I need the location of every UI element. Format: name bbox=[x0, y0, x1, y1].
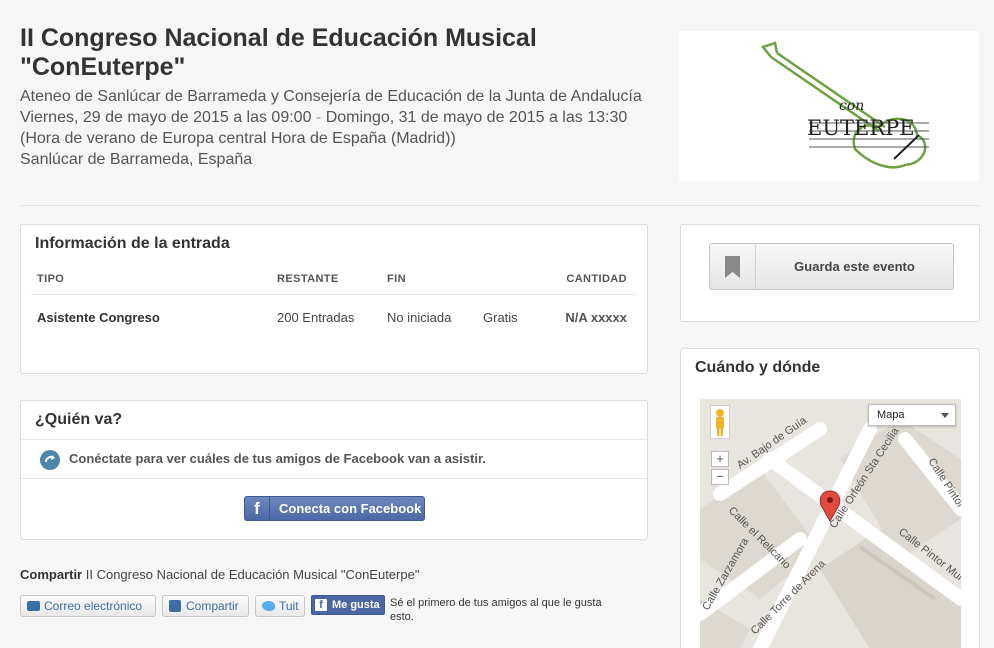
ticket-remaining: 200 Entradas bbox=[277, 310, 355, 325]
column-header-type: TIPO bbox=[37, 273, 65, 285]
event-timezone: (Hora de verano de Europa central Hora d… bbox=[20, 130, 456, 147]
save-event-button[interactable]: Guarda este evento bbox=[709, 243, 954, 290]
when-where-panel: Cuándo y dónde Av. Bajo de Guía Calle Or… bbox=[680, 348, 980, 648]
save-event-panel: Guarda este evento bbox=[680, 224, 980, 322]
ticket-table-header: TIPO RESTANTE FIN CANTIDAD bbox=[31, 263, 637, 295]
event-date-start: Viernes, 29 de mayo de 2015 a las 09:00 bbox=[20, 109, 312, 126]
event-date-end: Domingo, 31 de mayo de 2015 a las 13:30 bbox=[325, 109, 628, 126]
share-email-button[interactable]: Correo electrónico bbox=[20, 595, 156, 617]
street-view-pegman-icon[interactable] bbox=[710, 405, 730, 439]
like-label: Me gusta bbox=[332, 599, 380, 611]
share-twitter-button[interactable]: Tuit bbox=[255, 595, 305, 617]
share-title: Compartir II Congreso Nacional de Educac… bbox=[20, 567, 419, 582]
share-email-label: Correo electrónico bbox=[44, 599, 143, 613]
guitar-logo-icon: con EUTERPE bbox=[760, 41, 929, 169]
bookmark-icon bbox=[725, 256, 740, 278]
event-map[interactable]: Av. Bajo de Guía Calle Orfeón Sta Cecili… bbox=[700, 399, 961, 648]
page-title: II Congreso Nacional de Educación Musica… bbox=[20, 24, 537, 81]
event-organizer: Ateneo de Sanlúcar de Barrameda y Consej… bbox=[20, 88, 642, 105]
event-logo: con EUTERPE bbox=[679, 31, 979, 181]
twitter-bird-icon bbox=[262, 601, 275, 611]
ticket-quantity[interactable]: N/A xxxxx bbox=[565, 295, 627, 341]
facebook-icon: f bbox=[245, 497, 270, 520]
ticket-end: No iniciada bbox=[387, 310, 452, 325]
ticket-price: Gratis bbox=[483, 310, 518, 325]
save-event-label: Guarda este evento bbox=[794, 259, 915, 274]
column-header-end: FIN bbox=[387, 273, 406, 285]
connect-facebook-label: Conecta con Facebook bbox=[279, 501, 422, 516]
facebook-like-button[interactable]: f Me gusta bbox=[311, 595, 385, 615]
facebook-connect-row: Conéctate para ver cuáles de tus amigos … bbox=[21, 439, 647, 479]
chevron-down-icon bbox=[941, 413, 949, 418]
attendees-panel: ¿Quién va? Conéctate para ver cuáles de … bbox=[20, 400, 648, 540]
column-header-remaining: RESTANTE bbox=[277, 273, 339, 285]
map-type-value: Mapa bbox=[877, 409, 905, 421]
logo-main: EUTERPE bbox=[807, 116, 915, 140]
logo-prefix: con bbox=[839, 98, 864, 114]
refresh-arrow-icon bbox=[40, 450, 60, 470]
envelope-icon bbox=[27, 601, 40, 611]
linkedin-icon bbox=[169, 600, 181, 612]
event-datetime: Viernes, 29 de mayo de 2015 a las 09:00 … bbox=[20, 107, 660, 149]
attendees-heading: ¿Quién va? bbox=[21, 401, 647, 440]
bookmark-icon-wrap bbox=[710, 244, 756, 289]
share-linkedin-label: Compartir bbox=[186, 599, 239, 613]
share-twitter-label: Tuit bbox=[279, 599, 299, 613]
map-type-select[interactable]: Mapa bbox=[868, 404, 956, 426]
connect-facebook-button[interactable]: f Conecta con Facebook bbox=[244, 496, 425, 521]
map-canvas[interactable]: Av. Bajo de Guía Calle Orfeón Sta Cecili… bbox=[700, 399, 961, 648]
date-separator: - bbox=[315, 109, 322, 126]
event-meta: Ateneo de Sanlúcar de Barrameda y Consej… bbox=[20, 86, 660, 170]
share-event-name: II Congreso Nacional de Educación Musica… bbox=[85, 567, 420, 582]
share-label: Compartir bbox=[20, 567, 83, 582]
header-divider bbox=[20, 205, 980, 206]
like-social-text: Sé el primero de tus amigos al que le gu… bbox=[390, 597, 602, 623]
facebook-icon: f bbox=[315, 599, 327, 611]
ticket-info-panel: Información de la entrada TIPO RESTANTE … bbox=[20, 224, 648, 374]
ticket-type: Asistente Congreso bbox=[37, 310, 160, 325]
when-where-heading: Cuándo y dónde bbox=[695, 359, 821, 376]
ticket-table: TIPO RESTANTE FIN CANTIDAD Asistente Con… bbox=[31, 263, 637, 341]
ticket-info-heading: Información de la entrada bbox=[35, 235, 230, 252]
zoom-out-button[interactable]: − bbox=[711, 469, 729, 485]
share-linkedin-button[interactable]: Compartir bbox=[162, 595, 249, 617]
table-row: Asistente Congreso 200 Entradas No inici… bbox=[31, 295, 637, 341]
event-location: Sanlúcar de Barrameda, España bbox=[20, 151, 253, 168]
facebook-connect-text: Conéctate para ver cuáles de tus amigos … bbox=[69, 451, 486, 466]
column-header-quantity: CANTIDAD bbox=[566, 273, 627, 285]
zoom-in-button[interactable]: + bbox=[711, 451, 729, 467]
